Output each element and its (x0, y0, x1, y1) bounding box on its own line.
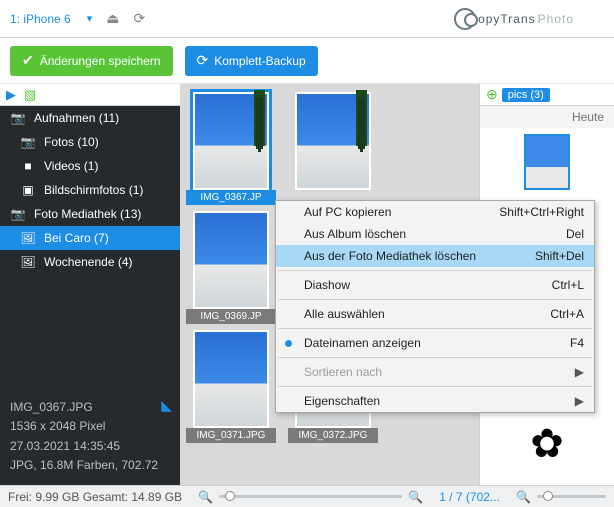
thumb-0[interactable]: IMG_0367.JP (186, 92, 276, 205)
ctx-dateinamen-anzeigen[interactable]: Dateinamen anzeigenF4 (276, 332, 594, 354)
context-menu: Auf PC kopierenShift+Ctrl+RightAus Album… (275, 200, 595, 413)
eject-icon[interactable]: ⏏ (106, 10, 119, 27)
thumb-4[interactable]: IMG_0371.JPG (186, 330, 276, 443)
sidebar-item-aufnahmen[interactable]: 📷Aufnahmen (11) (0, 106, 180, 130)
thumb-1[interactable] (288, 92, 378, 205)
ctx-eigenschaften[interactable]: Eigenschaften▶ (276, 390, 594, 412)
play-icon[interactable]: ▶ (6, 87, 16, 103)
page-count: 1 / 7 (702... (431, 490, 508, 504)
ctx-auf-pc-kopieren[interactable]: Auf PC kopierenShift+Ctrl+Right (276, 201, 594, 223)
album-list: 📷Aufnahmen (11) 📷Fotos (10) ■Videos (1) … (0, 106, 180, 390)
sidebar-item-fotos[interactable]: 📷Fotos (10) (0, 130, 180, 154)
thumb-2[interactable]: IMG_0369.JP (186, 211, 276, 324)
right-thumb[interactable] (524, 134, 570, 190)
full-backup-button[interactable]: ⟳ Komplett-Backup (185, 46, 318, 76)
zoom-out-icon: 🔍 (516, 490, 531, 504)
bookmark-icon[interactable]: ◣ (161, 394, 172, 416)
zoom-slider-right[interactable]: 🔍 (508, 490, 614, 504)
photo-info-panel: ◣ IMG_0367.JPG 1536 x 2048 Pixel 27.03.2… (0, 390, 180, 485)
device-selector[interactable]: 1: iPhone 6 ▾ (10, 12, 92, 26)
sidebar-toolbar: ▶ ▧ (0, 84, 180, 106)
save-changes-button[interactable]: ✔ Änderungen speichern (10, 46, 173, 76)
sidebar-item-wochenende[interactable]: 🖼Wochenende (4) (0, 250, 180, 274)
refresh-icon[interactable]: ⟳ (133, 10, 145, 27)
zoom-in-icon: 🔍 (408, 490, 423, 504)
chevron-down-icon: ▾ (87, 12, 93, 25)
backup-icon: ⟳ (197, 52, 209, 69)
pics-pill[interactable]: pics (3) (502, 88, 550, 102)
device-name: 1: iPhone 6 (10, 12, 71, 26)
sidebar-item-screenshots[interactable]: ▣Bildschirmfotos (1) (0, 178, 180, 202)
sidebar-item-videos[interactable]: ■Videos (1) (0, 154, 180, 178)
check-icon: ✔ (22, 52, 34, 69)
add-icon[interactable]: ⊕ (486, 86, 498, 103)
right-toolbar: ⊕ pics (3) (480, 84, 614, 106)
brand-logo-icon (454, 8, 476, 30)
date-header: Heute (480, 106, 614, 128)
zoom-slider-left[interactable]: 🔍 🔍 (190, 490, 431, 504)
ctx-alle-ausw-hlen[interactable]: Alle auswählenCtrl+A (276, 303, 594, 325)
ctx-aus-der-foto-mediathek-l-schen[interactable]: Aus der Foto Mediathek löschenShift+Del (276, 245, 594, 267)
sidebar-item-mediathek[interactable]: 📷Foto Mediathek (13) (0, 202, 180, 226)
sidebar-item-bei-caro[interactable]: 🖼Bei Caro (7) (0, 226, 180, 250)
zoom-out-icon: 🔍 (198, 490, 213, 504)
storage-status: Frei: 9.99 GB Gesamt: 14.89 GB (0, 490, 190, 504)
ctx-aus-album-l-schen[interactable]: Aus Album löschenDel (276, 223, 594, 245)
folder-icon[interactable]: ▧ (24, 87, 36, 103)
photos-app-icon[interactable]: ✿ (520, 417, 574, 471)
app-brand: opyTrans Photo (454, 8, 574, 30)
ctx-diashow[interactable]: DiashowCtrl+L (276, 274, 594, 296)
ctx-sortieren-nach[interactable]: Sortieren nach▶ (276, 361, 594, 383)
